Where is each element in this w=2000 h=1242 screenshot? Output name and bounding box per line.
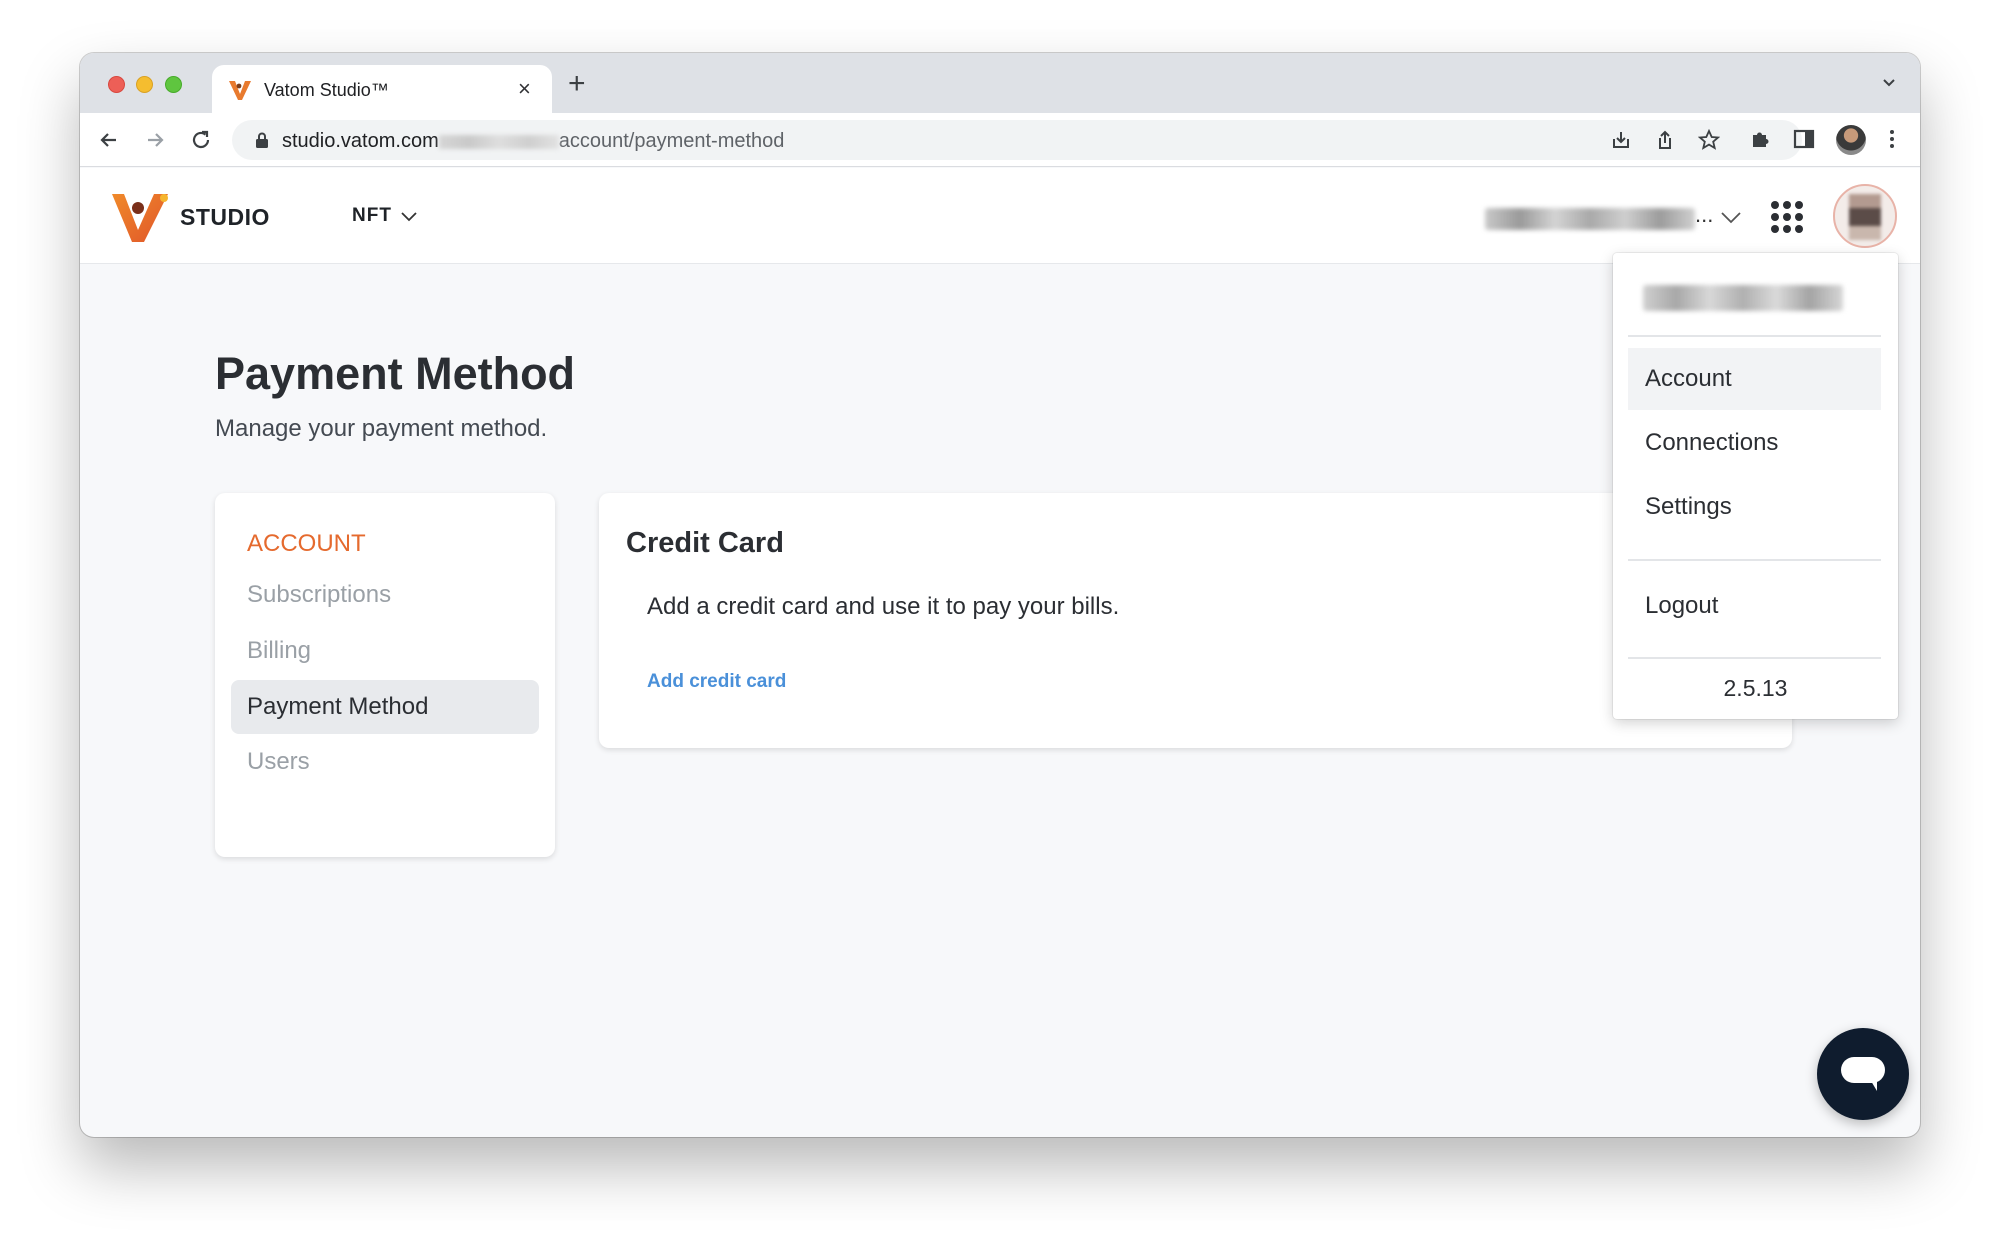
bookmark-star-icon[interactable] [1698, 129, 1720, 151]
user-email-ellipsis: ... [1695, 202, 1714, 227]
credit-card-description: Add a credit card and use it to pay your… [647, 593, 1120, 620]
chevron-down-icon [401, 212, 417, 222]
add-credit-card-link[interactable]: Add credit card [647, 671, 786, 693]
dropdown-divider [1628, 559, 1881, 561]
reload-icon[interactable] [188, 127, 214, 153]
app-header: STUDIO NFT ... [80, 168, 1920, 264]
dropdown-item-account[interactable]: Account [1628, 348, 1881, 410]
dropdown-item-connections[interactable]: Connections [1628, 412, 1881, 474]
vatom-logo-icon[interactable] [110, 190, 172, 244]
tab-strip: Vatom Studio™ × + [80, 53, 1920, 113]
user-avatar[interactable] [1833, 184, 1897, 248]
chat-bubble-icon [1841, 1057, 1885, 1091]
lock-icon [256, 132, 268, 148]
chat-button[interactable] [1817, 1028, 1909, 1120]
browser-profile-avatar[interactable] [1836, 125, 1866, 155]
sidebar-item-payment-method[interactable]: Payment Method [231, 680, 539, 734]
brand-name[interactable]: STUDIO [180, 204, 270, 231]
browser-menu-icon[interactable] [1880, 127, 1904, 151]
browser-window: Vatom Studio™ × + studio.vatom.com accoun… [80, 53, 1920, 1137]
dropdown-email-redacted [1643, 285, 1843, 311]
sidebar-item-subscriptions[interactable]: Subscriptions [231, 568, 539, 622]
url-text: studio.vatom.com account/payment-method [282, 130, 784, 153]
avatar-image-redacted [1849, 194, 1881, 240]
dropdown-item-logout[interactable]: Logout [1628, 575, 1881, 637]
page-subtitle: Manage your payment method. [215, 415, 548, 442]
url-path: account/payment-method [558, 130, 785, 152]
install-app-icon[interactable] [1610, 129, 1632, 151]
dropdown-item-settings[interactable]: Settings [1628, 476, 1881, 538]
browser-tab[interactable]: Vatom Studio™ × [212, 65, 552, 113]
sidebar-heading: ACCOUNT [247, 530, 366, 557]
url-host: studio.vatom.com [282, 130, 439, 152]
nft-menu-label: NFT [352, 205, 392, 226]
nft-menu-dropdown[interactable]: NFT [352, 205, 418, 227]
close-window-button[interactable] [108, 76, 125, 93]
share-icon[interactable] [1654, 129, 1676, 151]
user-menu-chevron-down-icon[interactable] [1720, 210, 1742, 224]
tab-title: Vatom Studio™ [264, 80, 389, 100]
new-tab-button[interactable]: + [568, 67, 586, 101]
account-sidebar: ACCOUNT Subscriptions Billing Payment Me… [215, 493, 555, 857]
back-arrow-icon[interactable] [96, 127, 122, 153]
dropdown-divider [1628, 335, 1881, 337]
tab-close-icon[interactable]: × [518, 76, 531, 102]
url-redacted [438, 134, 559, 149]
extensions-puzzle-icon[interactable] [1748, 127, 1772, 151]
tab-search-chevron-icon[interactable] [1880, 73, 1898, 91]
address-bar[interactable]: studio.vatom.com account/payment-method [232, 120, 1802, 160]
user-dropdown-menu: Account Connections Settings Logout 2.5.… [1613, 253, 1898, 719]
user-email-redacted[interactable] [1485, 208, 1695, 230]
app-version: 2.5.13 [1723, 675, 1788, 701]
minimize-window-button[interactable] [136, 76, 153, 93]
vatom-favicon-icon [229, 81, 251, 100]
sidebar-item-users[interactable]: Users [231, 735, 539, 789]
credit-card-title: Credit Card [626, 527, 784, 559]
forward-arrow-icon[interactable] [142, 127, 168, 153]
side-panel-icon[interactable] [1792, 127, 1816, 151]
browser-toolbar: studio.vatom.com account/payment-method [80, 113, 1920, 167]
page-title: Payment Method [215, 348, 576, 399]
maximize-window-button[interactable] [165, 76, 182, 93]
apps-grid-icon[interactable] [1770, 200, 1804, 234]
dropdown-divider [1628, 657, 1881, 659]
sidebar-item-billing[interactable]: Billing [231, 624, 539, 678]
